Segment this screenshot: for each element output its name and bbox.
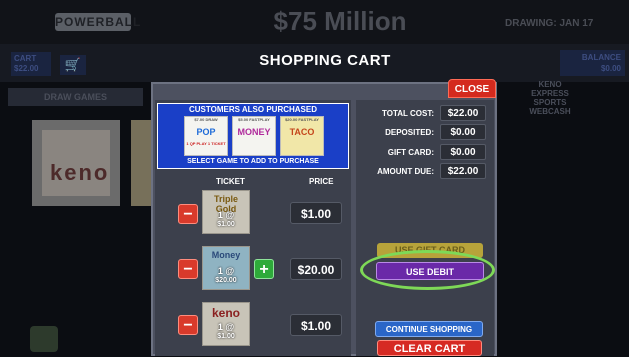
promo-game-badge: 1 QP PLAY 1 TICKET	[186, 141, 226, 146]
cart-icon[interactable]: 🛒	[60, 55, 86, 75]
total-cost-value: $22.00	[440, 105, 486, 121]
deposited-label: DEPOSITED:	[385, 128, 434, 137]
side-menu-labels: KENO EXPRESS SPORTS WEBCASH	[520, 80, 580, 116]
cart-ticket-image[interactable]: Triple Gold 1 @ $1.00	[202, 190, 250, 234]
keno-game-tile[interactable]: keno	[32, 120, 120, 206]
side-label-webcash: WEBCASH	[529, 107, 571, 116]
ticket-column-header: TICKET	[216, 177, 245, 186]
close-button[interactable]: CLOSE	[448, 79, 496, 98]
line-price: $1.00	[290, 202, 342, 224]
gift-card-value: $0.00	[440, 144, 486, 160]
also-purchased-title: CUSTOMERS ALSO PURCHASED	[188, 105, 317, 114]
also-purchased-subtitle: SELECT GAME TO ADD TO PURCHASE	[187, 158, 319, 165]
decrease-quantity-button[interactable]: −	[178, 204, 198, 224]
price-column-header: PRICE	[309, 177, 334, 186]
side-label-keno: KENO	[538, 80, 562, 89]
promo-game-name: TACO	[289, 127, 315, 137]
deposited-value: $0.00	[440, 124, 486, 140]
total-cost-label: TOTAL COST:	[382, 109, 434, 118]
cart-ticket-image[interactable]: keno 1 @ $1.00	[202, 302, 250, 346]
continue-shopping-button[interactable]: CONTINUE SHOPPING	[375, 321, 483, 337]
decrease-quantity-button[interactable]: −	[178, 315, 198, 335]
cart-summary[interactable]: CART $22.00	[11, 52, 51, 76]
promo-game-money[interactable]: MONEY	[232, 116, 276, 156]
cart-label: CART	[14, 54, 37, 63]
promo-game-pop[interactable]: POP 1 QP PLAY 1 TICKET	[184, 116, 228, 156]
ticket-quantity: 1 @	[217, 210, 235, 220]
amount-due-value: $22.00	[440, 163, 486, 179]
balance-summary: BALANCE $0.00	[560, 50, 625, 76]
ticket-unit-price: $20.00	[215, 277, 237, 284]
nav-draw-games[interactable]: DRAW GAMES	[8, 88, 143, 106]
drawing-date: DRAWING: JAN 17	[505, 18, 594, 29]
cart-amount: $22.00	[14, 64, 39, 73]
highlight-ring	[360, 250, 495, 290]
jackpot-amount: $75 Million	[273, 6, 407, 36]
promo-caption: $7.00 DRAW	[194, 117, 218, 122]
ticket-quantity: 1 @	[217, 266, 235, 276]
ticket-quantity: 1 @	[217, 322, 235, 332]
promo-game-taco[interactable]: TACO	[280, 116, 324, 156]
powerball-logo: POWERBALL	[55, 13, 142, 31]
gift-card-label: GIFT CARD:	[387, 148, 434, 157]
game-tile-partial[interactable]	[131, 120, 151, 206]
ticket-name: keno	[211, 306, 240, 320]
balance-label: BALANCE	[581, 53, 621, 62]
balance-amount: $0.00	[600, 64, 621, 73]
ticket-unit-price: $1.00	[217, 333, 235, 340]
ticket-name: Money	[211, 250, 241, 260]
promo-game-name: POP	[196, 127, 216, 137]
amount-due-label: AMOUNT DUE:	[377, 167, 434, 176]
ticket-unit-price: $1.00	[217, 221, 235, 228]
promo-game-name: MONEY	[237, 127, 271, 137]
clear-cart-button[interactable]: CLEAR CART	[377, 340, 482, 356]
promo-caption: $20.00 FASTPLAY	[285, 117, 319, 122]
bottom-left-icon[interactable]	[30, 326, 58, 352]
keno-tile-image: keno	[42, 130, 110, 196]
line-price: $1.00	[290, 314, 342, 336]
promo-caption: $5.00 FASTPLAY	[238, 117, 270, 122]
cart-ticket-image[interactable]: Money 1 @ $20.00	[202, 246, 250, 290]
line-price: $20.00	[290, 258, 342, 280]
keno-tile-label: keno	[50, 160, 110, 185]
decrease-quantity-button[interactable]: −	[178, 259, 198, 279]
dialog-title: SHOPPING CART	[259, 52, 391, 69]
increase-quantity-button[interactable]: +	[254, 259, 274, 279]
side-label-sports: EXPRESS SPORTS	[531, 89, 569, 107]
